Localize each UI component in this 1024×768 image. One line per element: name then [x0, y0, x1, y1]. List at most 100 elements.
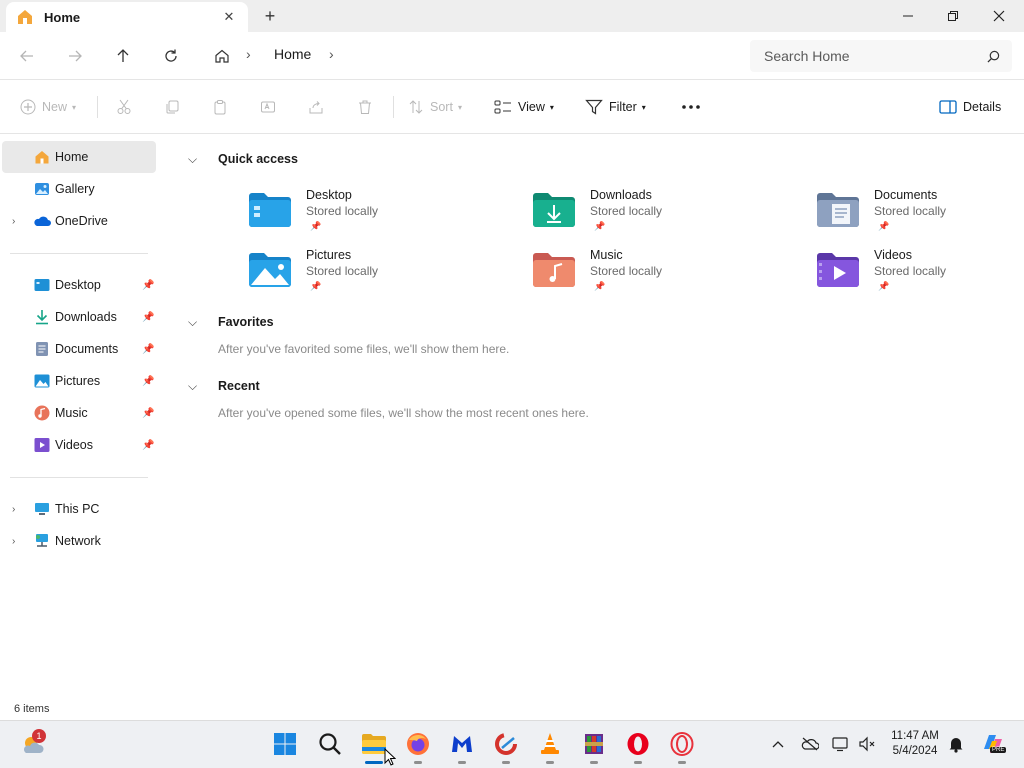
- pin-icon[interactable]: 📌: [142, 376, 154, 387]
- show-hidden-icons-button[interactable]: [767, 733, 789, 755]
- section-title: Favorites: [218, 315, 274, 329]
- sidebar-item-network[interactable]: › Network: [2, 525, 156, 557]
- sort-button[interactable]: Sort ▾: [408, 95, 462, 119]
- quick-access-item-downloads[interactable]: Downloads Stored locally 📌: [532, 188, 772, 240]
- chevron-down-icon: ⌵: [188, 151, 198, 166]
- share-button[interactable]: [308, 95, 330, 119]
- taskbar-vlc[interactable]: [535, 729, 565, 764]
- close-tab-icon[interactable]: ✕: [220, 8, 238, 26]
- breadcrumb-chevron-icon[interactable]: ›: [329, 46, 334, 62]
- refresh-button[interactable]: [159, 44, 183, 68]
- new-tab-button[interactable]: +: [260, 6, 280, 26]
- search-box[interactable]: [750, 40, 1012, 72]
- taskbar-winrar[interactable]: [579, 729, 609, 764]
- taskbar-firefox[interactable]: [403, 729, 433, 764]
- volume-tray-button[interactable]: [856, 733, 878, 755]
- breadcrumb-root-button[interactable]: [210, 44, 234, 68]
- copy-button[interactable]: [164, 95, 186, 119]
- sidebar-item-videos[interactable]: Videos 📌: [2, 429, 156, 461]
- search-icon: [319, 733, 341, 755]
- pin-icon[interactable]: 📌: [142, 408, 154, 419]
- quick-access-item-documents[interactable]: Documents Stored locally 📌: [816, 188, 1024, 240]
- pin-icon: 📌: [878, 281, 890, 291]
- quick-access-item-pictures[interactable]: Pictures Stored locally 📌: [248, 248, 488, 300]
- taskbar-opera-gx[interactable]: [667, 729, 697, 764]
- chevron-right-icon[interactable]: ›: [12, 216, 22, 227]
- desktop-folder-icon: [33, 276, 51, 294]
- sidebar-item-music[interactable]: Music 📌: [2, 397, 156, 429]
- start-button[interactable]: [270, 729, 300, 759]
- quick-access-item-videos[interactable]: Videos Stored locally 📌: [816, 248, 1024, 300]
- preview-badge: PRE: [990, 747, 1007, 753]
- breadcrumb-home[interactable]: Home: [274, 46, 311, 62]
- search-icon[interactable]: [987, 50, 1000, 63]
- taskbar-ccleaner[interactable]: [491, 729, 521, 764]
- filter-icon: [585, 99, 603, 115]
- folder-status: Stored locally: [874, 204, 947, 218]
- taskbar-malwarebytes[interactable]: [447, 729, 477, 764]
- sidebar-item-downloads[interactable]: Downloads 📌: [2, 301, 156, 333]
- breadcrumb-separator-icon[interactable]: ›: [246, 46, 251, 62]
- taskbar-search-button[interactable]: [315, 729, 345, 759]
- firefox-icon: [407, 733, 429, 755]
- quick-access-item-desktop[interactable]: Desktop Stored locally 📌: [248, 188, 488, 240]
- delete-button[interactable]: [357, 95, 379, 119]
- sidebar-item-label: Videos: [55, 438, 93, 452]
- filter-label: Filter: [609, 100, 637, 114]
- chevron-right-icon[interactable]: ›: [12, 504, 22, 515]
- pin-icon[interactable]: 📌: [142, 280, 154, 291]
- quick-access-item-music[interactable]: Music Stored locally 📌: [532, 248, 772, 300]
- new-button[interactable]: New ▾: [20, 95, 76, 119]
- display-tray-button[interactable]: [830, 733, 852, 755]
- sidebar-item-gallery[interactable]: Gallery: [2, 173, 156, 205]
- view-button[interactable]: View ▾: [494, 95, 554, 119]
- close-window-button[interactable]: [976, 0, 1022, 32]
- favorites-header[interactable]: ⌵ Favorites: [188, 312, 274, 332]
- more-options-button[interactable]: [681, 95, 707, 119]
- sort-icon: [409, 100, 423, 114]
- onedrive-tray-button[interactable]: [799, 733, 821, 755]
- sidebar-item-label: This PC: [55, 502, 100, 516]
- winrar-icon: [585, 734, 603, 754]
- folder-status: Stored locally: [590, 204, 663, 218]
- up-button[interactable]: [111, 44, 135, 68]
- pin-icon[interactable]: 📌: [142, 312, 154, 323]
- divider: [97, 96, 98, 118]
- restore-button[interactable]: [930, 0, 976, 32]
- taskbar: 1 11:47 AM 5/4/2024 PRE: [0, 720, 1024, 768]
- minimize-button[interactable]: [885, 0, 931, 32]
- taskbar-opera[interactable]: [623, 729, 653, 764]
- recent-header[interactable]: ⌵ Recent: [188, 376, 260, 396]
- tab-home[interactable]: Home ✕: [6, 2, 248, 32]
- filter-button[interactable]: Filter ▾: [585, 95, 646, 119]
- forward-button[interactable]: [63, 44, 87, 68]
- sidebar-item-pictures[interactable]: Pictures 📌: [2, 365, 156, 397]
- back-button[interactable]: [15, 44, 39, 68]
- pin-icon[interactable]: 📌: [142, 344, 154, 355]
- divider: [10, 477, 148, 478]
- opera-icon: [627, 733, 649, 755]
- rename-button[interactable]: [260, 95, 282, 119]
- sidebar-item-onedrive[interactable]: › OneDrive: [2, 205, 156, 237]
- sidebar-item-this-pc[interactable]: › This PC: [2, 493, 156, 525]
- sidebar-item-documents[interactable]: Documents 📌: [2, 333, 156, 365]
- sort-label: Sort: [430, 100, 453, 114]
- sidebar-item-label: Home: [55, 150, 89, 164]
- date: 5/4/2024: [892, 745, 938, 757]
- quick-access-header[interactable]: ⌵ Quick access: [188, 149, 298, 169]
- weather-widget[interactable]: 1: [18, 729, 48, 759]
- sidebar-item-desktop[interactable]: Desktop 📌: [2, 269, 156, 301]
- sidebar-item-label: Desktop: [55, 278, 101, 292]
- favorites-empty-message: After you've favorited some files, we'll…: [218, 342, 510, 356]
- chevron-right-icon[interactable]: ›: [12, 536, 22, 547]
- search-input[interactable]: [764, 48, 987, 64]
- pin-icon[interactable]: 📌: [142, 440, 154, 451]
- sidebar-item-home[interactable]: Home: [2, 141, 156, 173]
- paste-button[interactable]: [212, 95, 234, 119]
- copilot-button[interactable]: PRE: [978, 729, 1008, 759]
- cut-button[interactable]: [116, 95, 138, 119]
- details-button[interactable]: Details: [939, 95, 1001, 119]
- clock[interactable]: 11:47 AM 5/4/2024: [882, 729, 948, 759]
- details-label: Details: [963, 100, 1002, 114]
- notifications-button[interactable]: [945, 733, 967, 755]
